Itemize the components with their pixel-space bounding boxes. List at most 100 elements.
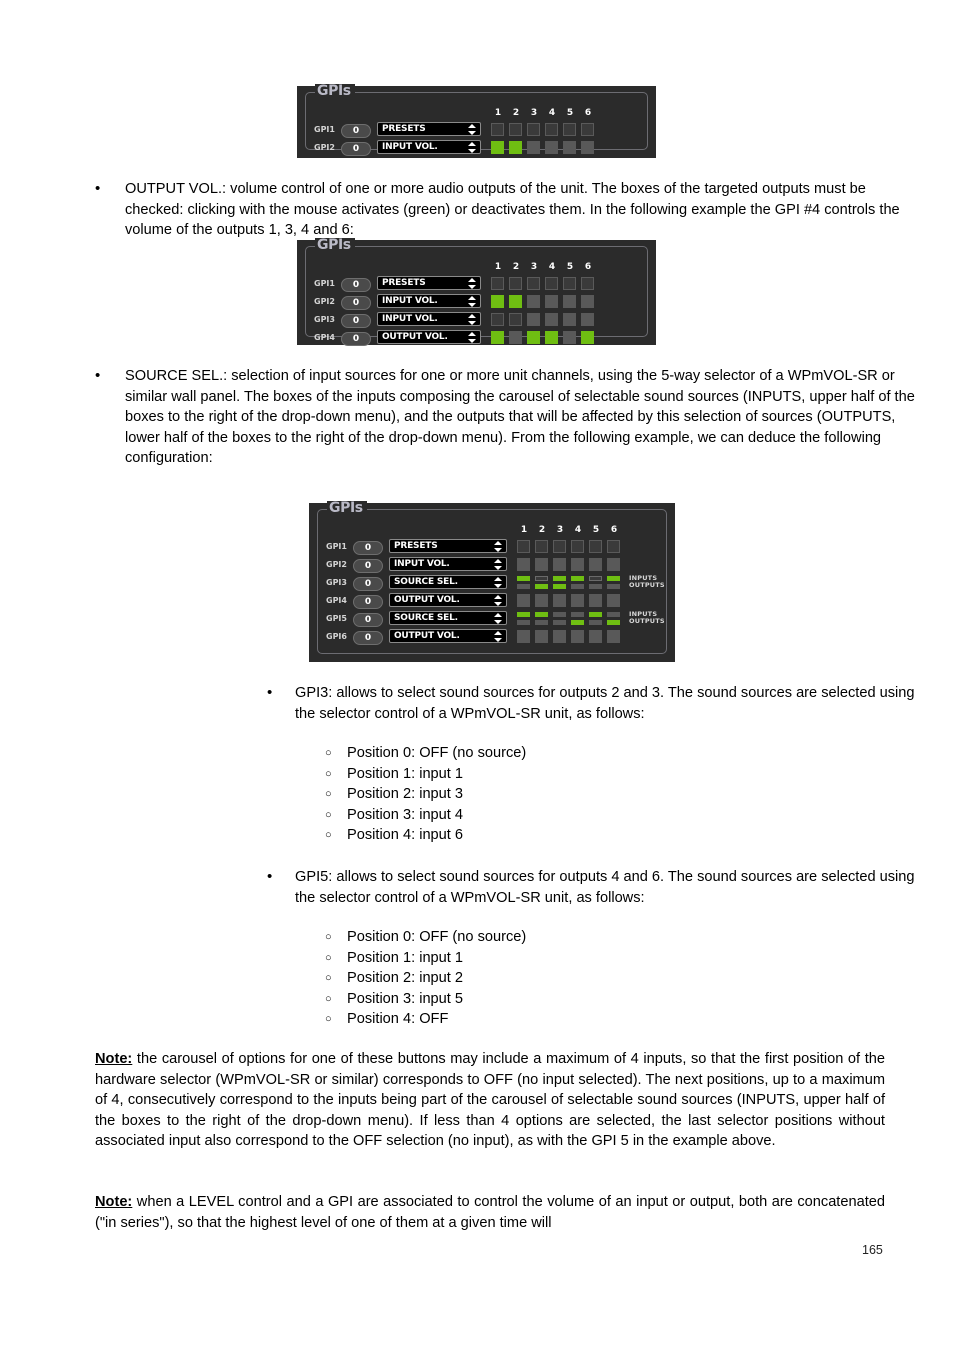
updown-arrows-icon[interactable]	[493, 541, 502, 552]
gpi-checkbox-2[interactable]	[535, 539, 549, 553]
gpi-checkbox-6[interactable]	[581, 140, 595, 154]
gpi-source-cell-6[interactable]	[607, 575, 621, 589]
gpi-checkbox-4[interactable]	[545, 330, 559, 344]
gpi-checkbox-4[interactable]	[571, 557, 585, 571]
gpi-checkbox-6[interactable]	[581, 122, 595, 136]
gpi-source-cell-3[interactable]	[553, 611, 567, 625]
gpi-checkbox-5[interactable]	[563, 312, 577, 326]
gpi-checkbox-4[interactable]	[545, 122, 559, 136]
gpi-checkbox-2[interactable]	[535, 557, 549, 571]
gpi-value-field[interactable]: 0	[352, 631, 383, 645]
gpi-mode-dropdown[interactable]: OUTPUT VOL.	[388, 629, 507, 643]
gpi-checkbox-1[interactable]	[491, 312, 505, 326]
gpi-checkbox-2[interactable]	[509, 312, 523, 326]
gpi-checkbox-5[interactable]	[589, 593, 603, 607]
gpi-checkbox-4[interactable]	[545, 276, 559, 290]
gpi-value-field[interactable]: 0	[340, 296, 371, 310]
gpi-checkbox-3[interactable]	[527, 330, 541, 344]
gpi-value-field[interactable]: 0	[352, 613, 383, 627]
gpi-source-cell-5[interactable]	[589, 611, 603, 625]
gpi-mode-dropdown[interactable]: OUTPUT VOL.	[388, 593, 507, 607]
gpi-checkbox-2[interactable]	[535, 593, 549, 607]
gpi-checkbox-6[interactable]	[607, 539, 621, 553]
gpi-output-half[interactable]	[607, 583, 621, 589]
gpi-checkbox-3[interactable]	[527, 122, 541, 136]
updown-arrows-icon[interactable]	[467, 332, 476, 343]
gpi-source-cell-4[interactable]	[571, 575, 585, 589]
gpi-input-half[interactable]	[571, 575, 585, 581]
gpi-checkbox-2[interactable]	[509, 140, 523, 154]
gpi-mode-dropdown[interactable]: INPUT VOL.	[376, 294, 481, 308]
updown-arrows-icon[interactable]	[467, 278, 476, 289]
gpi-checkbox-5[interactable]	[563, 294, 577, 308]
updown-arrows-icon[interactable]	[467, 296, 476, 307]
updown-arrows-icon[interactable]	[493, 613, 502, 624]
gpi-input-half[interactable]	[607, 611, 621, 617]
gpi-checkbox-1[interactable]	[491, 140, 505, 154]
gpi-checkbox-3[interactable]	[553, 629, 567, 643]
gpi-value-field[interactable]: 0	[352, 541, 383, 555]
updown-arrows-icon[interactable]	[493, 631, 502, 642]
gpi-value-field[interactable]: 0	[340, 142, 371, 156]
gpi-input-half[interactable]	[589, 575, 603, 581]
gpi-mode-dropdown[interactable]: INPUT VOL.	[376, 312, 481, 326]
gpi-checkbox-6[interactable]	[581, 330, 595, 344]
gpi-output-half[interactable]	[553, 619, 567, 625]
gpi-checkbox-3[interactable]	[527, 312, 541, 326]
gpi-source-cell-1[interactable]	[517, 611, 531, 625]
gpi-checkbox-6[interactable]	[607, 593, 621, 607]
gpi-input-half[interactable]	[571, 611, 585, 617]
gpi-mode-dropdown[interactable]: PRESETS	[376, 276, 481, 290]
gpi-checkbox-2[interactable]	[509, 294, 523, 308]
gpi-value-field[interactable]: 0	[352, 595, 383, 609]
gpi-checkbox-3[interactable]	[553, 539, 567, 553]
gpi-checkbox-3[interactable]	[527, 140, 541, 154]
updown-arrows-icon[interactable]	[493, 577, 502, 588]
gpi-source-cell-2[interactable]	[535, 611, 549, 625]
gpi-checkbox-4[interactable]	[545, 294, 559, 308]
gpi-value-field[interactable]: 0	[340, 124, 371, 138]
gpi-source-cell-6[interactable]	[607, 611, 621, 625]
gpi-checkbox-6[interactable]	[607, 629, 621, 643]
gpi-checkbox-1[interactable]	[491, 294, 505, 308]
gpi-input-half[interactable]	[553, 611, 567, 617]
gpi-input-half[interactable]	[553, 575, 567, 581]
gpi-source-cell-2[interactable]	[535, 575, 549, 589]
gpi-checkbox-6[interactable]	[581, 276, 595, 290]
gpi-checkbox-1[interactable]	[517, 593, 531, 607]
gpi-checkbox-5[interactable]	[589, 557, 603, 571]
gpi-input-half[interactable]	[535, 575, 549, 581]
gpi-checkbox-1[interactable]	[491, 122, 505, 136]
gpi-checkbox-6[interactable]	[581, 312, 595, 326]
gpi-mode-dropdown[interactable]: PRESETS	[388, 539, 507, 553]
gpi-checkbox-4[interactable]	[571, 539, 585, 553]
gpi-checkbox-2[interactable]	[535, 629, 549, 643]
gpi-checkbox-3[interactable]	[553, 557, 567, 571]
gpi-value-field[interactable]: 0	[352, 559, 383, 573]
gpi-source-cell-1[interactable]	[517, 575, 531, 589]
updown-arrows-icon[interactable]	[467, 124, 476, 135]
gpi-output-half[interactable]	[571, 583, 585, 589]
gpi-input-half[interactable]	[607, 575, 621, 581]
gpi-input-half[interactable]	[535, 611, 549, 617]
gpi-checkbox-2[interactable]	[509, 276, 523, 290]
updown-arrows-icon[interactable]	[467, 142, 476, 153]
gpi-mode-dropdown[interactable]: INPUT VOL.	[388, 557, 507, 571]
gpi-checkbox-6[interactable]	[581, 294, 595, 308]
gpi-checkbox-5[interactable]	[563, 330, 577, 344]
gpi-value-field[interactable]: 0	[340, 278, 371, 292]
gpi-checkbox-4[interactable]	[571, 593, 585, 607]
gpi-checkbox-2[interactable]	[509, 330, 523, 344]
gpi-checkbox-1[interactable]	[517, 629, 531, 643]
gpi-checkbox-2[interactable]	[509, 122, 523, 136]
updown-arrows-icon[interactable]	[493, 559, 502, 570]
gpi-checkbox-6[interactable]	[607, 557, 621, 571]
gpi-mode-dropdown[interactable]: PRESETS	[376, 122, 481, 136]
gpi-output-half[interactable]	[607, 619, 621, 625]
gpi-input-half[interactable]	[517, 575, 531, 581]
gpi-value-field[interactable]: 0	[340, 314, 371, 328]
gpi-value-field[interactable]: 0	[352, 577, 383, 591]
gpi-output-half[interactable]	[571, 619, 585, 625]
updown-arrows-icon[interactable]	[493, 595, 502, 606]
gpi-output-half[interactable]	[589, 583, 603, 589]
